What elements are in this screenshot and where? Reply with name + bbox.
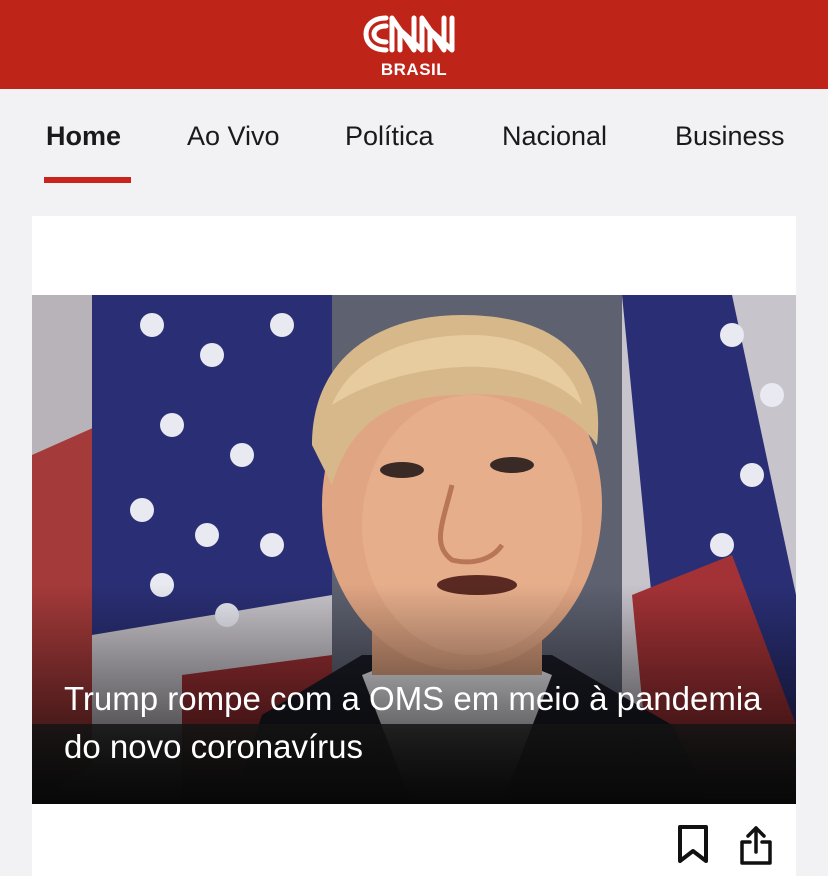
tab-politica[interactable]: Política [345, 121, 434, 152]
tab-home[interactable]: Home [46, 121, 121, 152]
article-actions [32, 804, 796, 876]
article-card[interactable]: Trump rompe com a OMS em meio à pandemia… [32, 216, 796, 876]
logo-brasil-text: BRASIL [380, 60, 448, 79]
article-hero-image[interactable]: Trump rompe com a OMS em meio à pandemia… [32, 295, 796, 804]
active-tab-indicator [44, 177, 131, 183]
cnn-brasil-logo[interactable]: BRASIL [362, 10, 466, 80]
bookmark-icon[interactable] [676, 824, 710, 864]
tab-ao-vivo[interactable]: Ao Vivo [187, 121, 280, 152]
share-icon[interactable] [738, 824, 774, 866]
tab-business[interactable]: Business [675, 121, 785, 152]
tab-nacional[interactable]: Nacional [502, 121, 607, 152]
section-nav: Home Ao Vivo Política Nacional Business [0, 89, 828, 196]
app-header: BRASIL [0, 0, 828, 89]
article-headline[interactable]: Trump rompe com a OMS em meio à pandemia… [64, 675, 764, 771]
cnn-logo-icon [363, 15, 455, 53]
